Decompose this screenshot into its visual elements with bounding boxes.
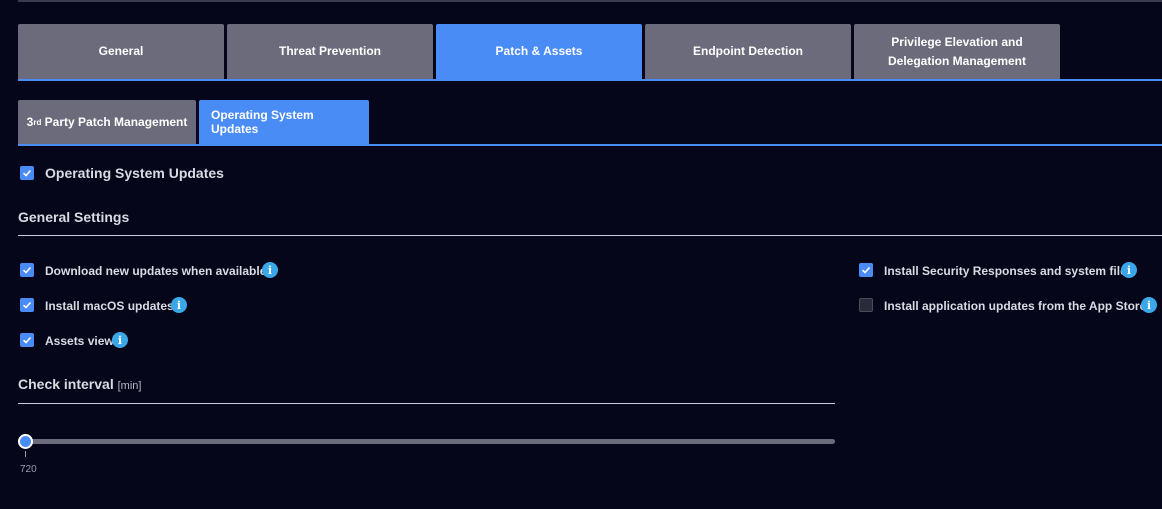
checkmark-icon xyxy=(22,301,32,309)
install-app-store-updates-label: Install application updates from the App… xyxy=(884,299,1147,313)
tab-privilege-elevation[interactable]: Privilege Elevation and Delegation Manag… xyxy=(854,24,1060,79)
general-settings-title: General Settings xyxy=(18,209,130,225)
general-settings-divider xyxy=(18,235,1162,236)
install-security-responses-checkbox[interactable] xyxy=(859,263,873,277)
tab-endpoint-detection-label: Endpoint Detection xyxy=(693,44,803,58)
check-interval-value: 720 xyxy=(20,464,37,475)
main-tab-bar: General Threat Prevention Patch & Assets… xyxy=(18,24,1063,79)
assets-view-checkbox[interactable] xyxy=(20,333,34,347)
install-app-store-updates-checkbox[interactable] xyxy=(859,298,873,312)
tab-third-party-label: Party Patch Management xyxy=(41,115,188,129)
checkmark-icon xyxy=(22,336,32,344)
tab-patch-assets[interactable]: Patch & Assets xyxy=(436,24,642,79)
check-interval-title-text: Check interval xyxy=(18,376,114,392)
info-icon[interactable]: i xyxy=(1121,262,1137,278)
check-interval-divider xyxy=(18,403,835,404)
install-macos-checkbox[interactable] xyxy=(20,298,34,312)
tab-endpoint-detection[interactable]: Endpoint Detection xyxy=(645,24,851,79)
download-updates-checkbox[interactable] xyxy=(20,263,34,277)
info-icon[interactable]: i xyxy=(1141,297,1157,313)
main-tabs-underline xyxy=(18,79,1162,81)
tab-third-party-patch-management[interactable]: 3rd Party Patch Management xyxy=(18,100,196,144)
tab-operating-system-updates[interactable]: Operating System Updates xyxy=(199,100,369,144)
os-updates-checkbox[interactable] xyxy=(20,166,34,180)
info-icon[interactable]: i xyxy=(262,262,278,278)
tab-third-party-suffix: rd xyxy=(33,117,42,127)
tab-general[interactable]: General xyxy=(18,24,224,79)
info-icon[interactable]: i xyxy=(171,297,187,313)
download-updates-label: Download new updates when available xyxy=(45,264,267,278)
check-interval-slider-track[interactable] xyxy=(24,439,835,444)
tab-privilege-elevation-label: Privilege Elevation and Delegation Manag… xyxy=(887,34,1027,68)
slider-tick xyxy=(25,451,26,457)
tab-threat-prevention[interactable]: Threat Prevention xyxy=(227,24,433,79)
checkmark-icon xyxy=(22,266,32,274)
tab-os-updates-label: Operating System Updates xyxy=(211,108,314,136)
sub-tabs-underline xyxy=(18,144,1162,146)
tab-threat-prevention-label: Threat Prevention xyxy=(278,44,382,58)
checkmark-icon xyxy=(861,266,871,274)
checkmark-icon xyxy=(22,169,32,177)
check-interval-title: Check interval [min] xyxy=(18,376,141,392)
install-macos-label: Install macOS updates xyxy=(45,299,174,313)
tab-patch-assets-label: Patch & Assets xyxy=(495,44,583,58)
check-interval-unit: [min] xyxy=(117,380,142,392)
os-updates-label: Operating System Updates xyxy=(45,165,224,181)
tab-general-label: General xyxy=(98,44,144,58)
tab-third-party-number: 3 xyxy=(26,115,34,129)
assets-view-label: Assets view xyxy=(45,334,114,348)
info-icon[interactable]: i xyxy=(112,332,128,348)
top-divider xyxy=(18,0,1162,2)
install-security-responses-label: Install Security Responses and system fi… xyxy=(884,264,1134,278)
check-interval-slider-handle[interactable] xyxy=(18,434,33,449)
sub-tab-bar: 3rd Party Patch Management Operating Sys… xyxy=(18,100,372,144)
os-updates-settings-page: General Threat Prevention Patch & Assets… xyxy=(0,0,1162,509)
